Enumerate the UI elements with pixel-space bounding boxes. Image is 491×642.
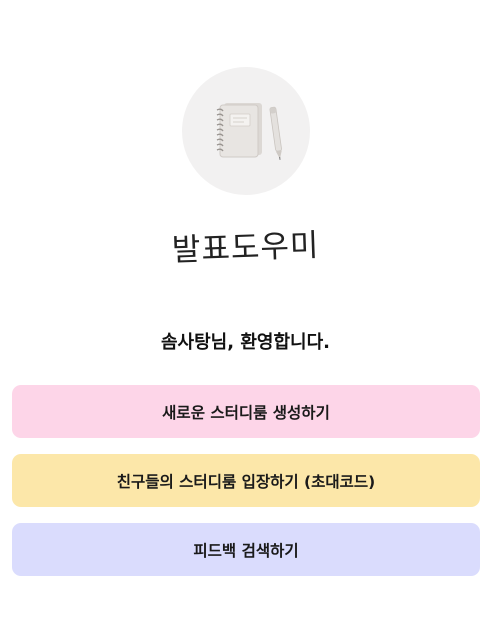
welcome-message: 솜사탕님, 환영합니다.: [161, 332, 330, 353]
notebook-pen-icon: [216, 103, 282, 160]
join-study-room-button[interactable]: 친구들의 스터디룸 입장하기 (초대코드): [12, 454, 480, 507]
search-feedback-label: 피드백 검색하기: [193, 541, 299, 560]
create-study-room-label: 새로운 스터디룸 생성하기: [162, 403, 330, 422]
app-title: 발표도우미: [171, 227, 321, 269]
create-study-room-button[interactable]: 새로운 스터디룸 생성하기: [12, 385, 480, 438]
logo: [182, 67, 310, 195]
search-feedback-button[interactable]: 피드백 검색하기: [12, 523, 480, 576]
join-study-room-label: 친구들의 스터디룸 입장하기 (초대코드): [116, 472, 376, 491]
